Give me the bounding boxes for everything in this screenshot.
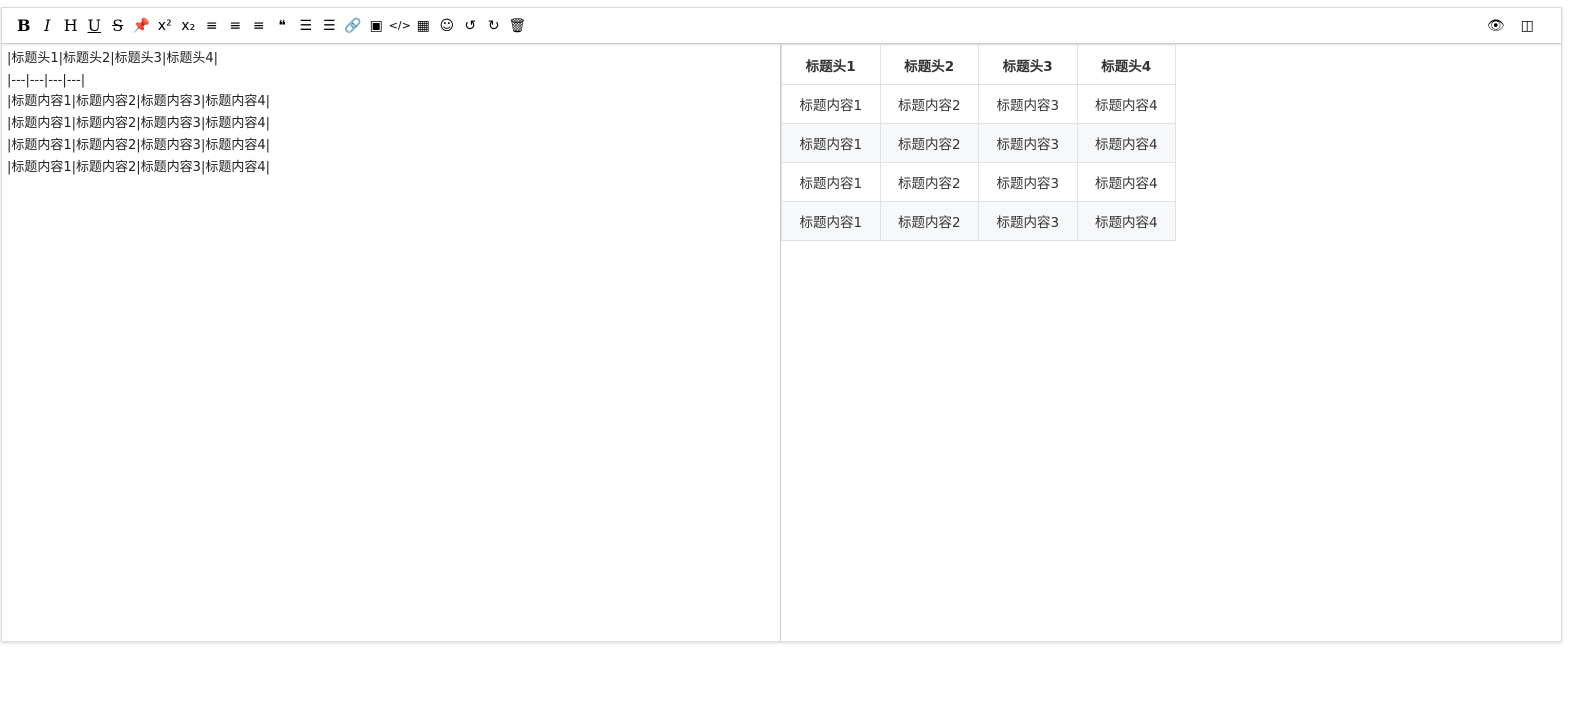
unordered-list-icon[interactable]: ☰ xyxy=(318,14,342,38)
split-view-icon[interactable]: ◫ xyxy=(1516,14,1540,38)
table-header-cell: 标题头4 xyxy=(1076,44,1176,85)
table-cell: 标题内容3 xyxy=(978,201,1078,241)
align-right-icon[interactable]: ≡ xyxy=(247,14,271,38)
table-cell: 标题内容2 xyxy=(879,162,979,202)
underline-icon[interactable]: U xyxy=(83,14,107,38)
table-cell: 标题内容1 xyxy=(781,123,881,163)
table-cell: 标题内容4 xyxy=(1076,201,1176,241)
superscript-icon[interactable]: x² xyxy=(153,14,177,38)
strikethrough-icon[interactable]: S xyxy=(106,14,130,38)
markdown-source-textarea[interactable]: |标题头1|标题头2|标题头3|标题头4| |---|---|---|---| |标… xyxy=(2,44,781,641)
source-line: |标题内容1|标题内容2|标题内容3|标题内容4| xyxy=(7,116,270,132)
source-line: |标题头1|标题头2|标题头3|标题头4| xyxy=(7,51,218,66)
table-cell: 标题内容1 xyxy=(781,84,881,124)
table-cell: 标题内容4 xyxy=(1076,123,1176,163)
quote-icon[interactable]: ❝ xyxy=(271,14,295,38)
code-icon[interactable]: </> xyxy=(388,14,412,38)
table-cell: 标题内容1 xyxy=(781,162,881,202)
table-row: 标题内容1 标题内容2 标题内容3 标题内容4 xyxy=(781,162,1176,202)
toolbar: B I H U S 📌 x² x₂ ≡ ≡ ≡ ❝ ☰ ☰ 🔗 ▣ </> ▦ ☺ ↺ ↻ 🗑 👁 ◫ xyxy=(2,8,1561,44)
table-header-cell: 标题头3 xyxy=(978,44,1078,85)
table-cell: 标题内容2 xyxy=(879,201,979,241)
markdown-editor: B I H U S 📌 x² x₂ ≡ ≡ ≡ ❝ ☰ ☰ 🔗 ▣ </> ▦ ☺ ↺ ↻ 🗑 👁 ◫ |标题头1|标题头2… xyxy=(1,7,1562,642)
align-center-icon[interactable]: ≡ xyxy=(224,14,248,38)
table-cell: 标题内容1 xyxy=(781,201,881,241)
table-icon[interactable]: ▦ xyxy=(412,14,436,38)
table-row: 标题内容1 标题内容2 标题内容3 标题内容4 xyxy=(781,84,1176,124)
table-cell: 标题内容4 xyxy=(1076,84,1176,124)
trash-icon[interactable]: 🗑 xyxy=(506,14,530,38)
image-icon[interactable]: ▣ xyxy=(365,14,389,38)
header-icon[interactable]: H xyxy=(59,14,83,38)
source-line: |标题内容1|标题内容2|标题内容3|标题内容4| xyxy=(7,137,270,153)
source-line: |标题内容1|标题内容2|标题内容3|标题内容4| xyxy=(7,159,270,175)
table-header-cell: 标题头1 xyxy=(781,44,881,85)
preview-pane: 标题头1 标题头2 标题头3 标题头4 标题内容1 标题内容2 标题内容3 标题内容4 标题内… xyxy=(781,44,1561,641)
italic-icon[interactable]: I xyxy=(36,14,60,38)
table-cell: 标题内容2 xyxy=(879,123,979,163)
table-row: 标题内容1 标题内容2 标题内容3 标题内容4 xyxy=(781,123,1176,163)
undo-icon[interactable]: ↺ xyxy=(459,14,483,38)
link-icon[interactable]: 🔗 xyxy=(341,14,365,38)
table-cell: 标题内容3 xyxy=(978,123,1078,163)
redo-icon[interactable]: ↻ xyxy=(482,14,506,38)
table-cell: 标题内容3 xyxy=(978,84,1078,124)
ordered-list-icon[interactable]: ☰ xyxy=(294,14,318,38)
preview-toggle-icon[interactable]: 👁 xyxy=(1484,14,1508,38)
mark-icon[interactable]: 📌 xyxy=(130,14,154,38)
table-cell: 标题内容4 xyxy=(1076,162,1176,202)
bold-icon[interactable]: B xyxy=(12,14,36,38)
table-header-cell: 标题头2 xyxy=(879,44,979,85)
align-left-icon[interactable]: ≡ xyxy=(200,14,224,38)
preview-table: 标题头1 标题头2 标题头3 标题头4 标题内容1 标题内容2 标题内容3 标题内容4 标题内… xyxy=(781,44,1176,241)
emoji-icon[interactable]: ☺ xyxy=(435,14,459,38)
source-line: |---|---|---|---| xyxy=(7,72,86,88)
table-cell: 标题内容3 xyxy=(978,162,1078,202)
table-row: 标题内容1 标题内容2 标题内容3 标题内容4 xyxy=(781,201,1176,241)
table-cell: 标题内容2 xyxy=(879,84,979,124)
subscript-icon[interactable]: x₂ xyxy=(177,14,201,38)
source-line: |标题内容1|标题内容2|标题内容3|标题内容4| xyxy=(7,94,270,110)
